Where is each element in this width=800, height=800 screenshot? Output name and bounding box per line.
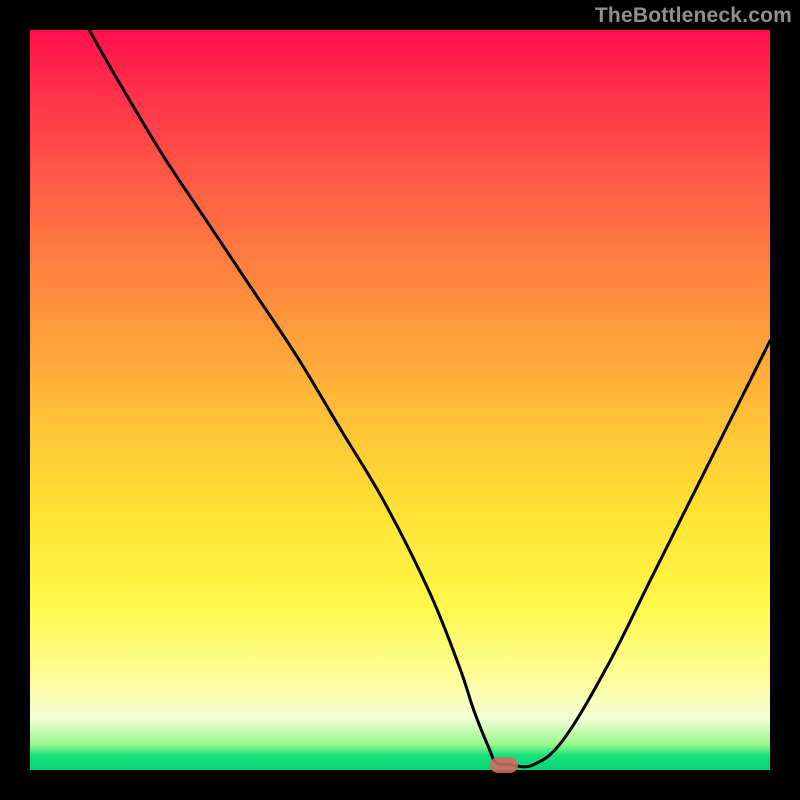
curve-svg [30, 30, 770, 770]
optimal-marker [490, 757, 518, 773]
bottleneck-curve [89, 30, 770, 767]
chart-frame: TheBottleneck.com [0, 0, 800, 800]
plot-area [30, 30, 770, 770]
watermark-text: TheBottleneck.com [595, 4, 792, 28]
